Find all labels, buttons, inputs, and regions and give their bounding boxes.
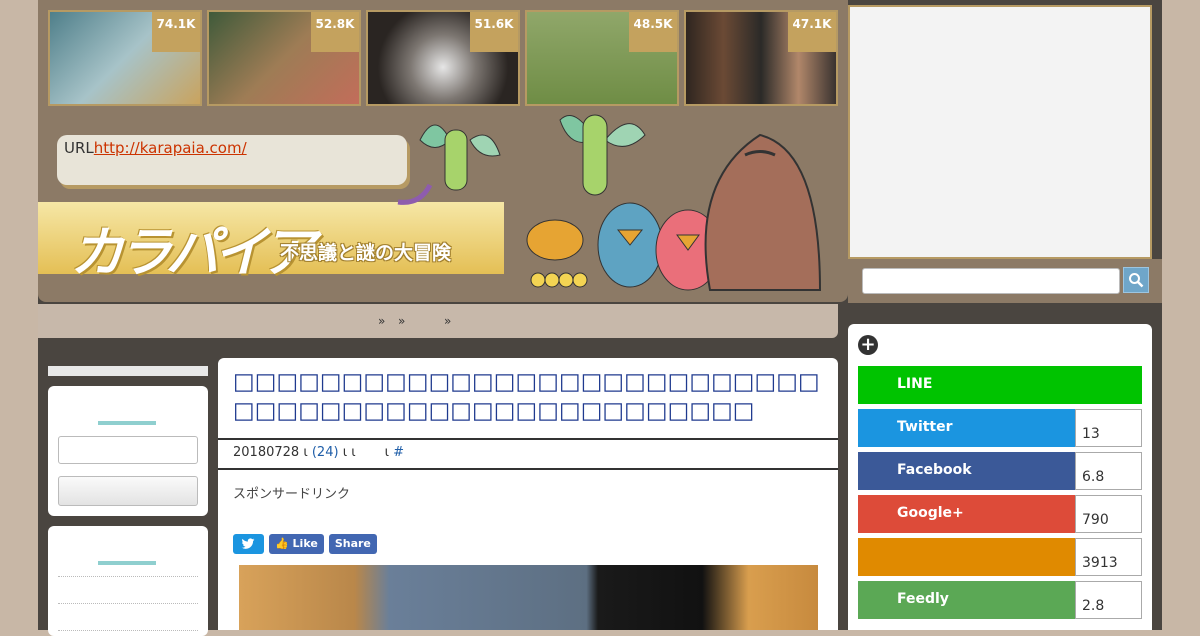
butterfly-mascot-2 xyxy=(559,114,646,196)
share-label xyxy=(858,538,1075,576)
sidebar-button[interactable] xyxy=(58,476,198,506)
search-button[interactable] xyxy=(1123,267,1149,293)
breadcrumb-separator: » xyxy=(378,314,386,328)
thumbnail-count: 51.6K xyxy=(470,12,518,52)
meta-separator: ι ι xyxy=(342,445,356,460)
meta-separator: ι xyxy=(303,445,308,460)
thumbnail-count: 48.5K xyxy=(629,12,677,52)
tweet-button[interactable] xyxy=(233,534,264,554)
share-count: 2.8 xyxy=(1075,581,1142,619)
list-divider xyxy=(58,603,198,604)
thumbnail-2[interactable]: 52.8K xyxy=(207,10,361,106)
share-label: Twitter xyxy=(858,409,1075,447)
thumbnail-1[interactable]: 74.1K xyxy=(48,10,202,106)
share-label: Facebook xyxy=(858,452,1075,490)
share-feedly[interactable]: Feedly 2.8 xyxy=(858,581,1142,619)
search-input[interactable] xyxy=(862,268,1120,294)
thumbs-up-icon: 👍 xyxy=(275,537,289,550)
share-count: 3913 xyxy=(1075,538,1142,576)
share-line[interactable]: LINE xyxy=(858,366,1142,404)
comments-link[interactable]: (24) xyxy=(312,445,339,460)
plus-icon[interactable]: + xyxy=(858,335,878,355)
butterfly-mascot-1 xyxy=(397,124,501,205)
facebook-share-button[interactable]: Share xyxy=(328,534,377,554)
share-label: LINE xyxy=(858,366,1142,404)
site-url-link[interactable]: http://karapaia.com/ xyxy=(94,139,247,157)
sidebar-strip xyxy=(48,366,208,376)
share-label: Feedly xyxy=(858,581,1075,619)
sidebar-list-widget xyxy=(48,526,208,636)
title-divider xyxy=(218,438,838,440)
social-share-panel: + LINE Twitter 13 Facebook 6.8 Google+ 7… xyxy=(848,324,1152,630)
widget-title-underline xyxy=(98,561,156,565)
thumbnail-count: 74.1K xyxy=(152,12,200,52)
url-box: URLhttp://karapaia.com/ xyxy=(57,135,407,185)
article-photo xyxy=(239,565,818,630)
meta-divider xyxy=(218,468,838,470)
share-count: 13 xyxy=(1075,409,1142,447)
share-buttons: 👍 Like Share xyxy=(233,534,377,554)
share-count: 6.8 xyxy=(1075,452,1142,490)
like-label: Like xyxy=(292,537,318,550)
thumbnail-count: 47.1K xyxy=(788,12,836,52)
site-logo: カラパイア xyxy=(70,221,315,284)
sidebar-input[interactable] xyxy=(58,436,198,464)
sidebar-search-widget xyxy=(48,386,208,516)
breadcrumb: » » » xyxy=(38,304,838,338)
thumbnail-4[interactable]: 48.5K xyxy=(525,10,679,106)
search-icon xyxy=(1129,273,1144,288)
share-facebook[interactable]: Facebook 6.8 xyxy=(858,452,1142,490)
blue-bird-mascot xyxy=(597,202,663,288)
share-count: 790 xyxy=(1075,495,1142,533)
sponsored-link-label: スポンサードリンク xyxy=(233,487,351,502)
small-bird-mascots xyxy=(526,219,588,288)
advertisement-box[interactable] xyxy=(848,5,1152,259)
search-bar xyxy=(848,259,1162,303)
twitter-icon xyxy=(241,538,255,549)
thumbnail-3[interactable]: 51.6K xyxy=(366,10,520,106)
breadcrumb-separator: » xyxy=(398,314,406,328)
article-title[interactable]: □□□□□□□□□□□□□□□□□□□□□□□□□□□□□□□□□□□□□□□□… xyxy=(233,368,823,426)
meta-separator: ι xyxy=(384,445,389,460)
tag-link[interactable]: # xyxy=(393,445,404,460)
article-date: 20180728 xyxy=(233,445,300,460)
thumbnail-5[interactable]: 47.1K xyxy=(684,10,838,106)
list-divider xyxy=(58,630,198,631)
url-label: URL xyxy=(64,139,94,157)
breadcrumb-separator: » xyxy=(444,314,452,328)
share-twitter[interactable]: Twitter 13 xyxy=(858,409,1142,447)
thumbnail-count: 52.8K xyxy=(311,12,359,52)
mascot-characters xyxy=(397,114,822,291)
facebook-like-button[interactable]: 👍 Like xyxy=(269,534,324,554)
brown-blob-mascot xyxy=(704,133,822,291)
share-label: Google+ xyxy=(858,495,1075,533)
share-hatena[interactable]: 3913 xyxy=(858,538,1142,576)
share-googleplus[interactable]: Google+ 790 xyxy=(858,495,1142,533)
list-divider xyxy=(58,576,198,577)
article-meta: 20180728 ι (24) ι ι ι # xyxy=(233,445,404,460)
popular-thumbnails: 74.1K 52.8K 51.6K 48.5K 47.1K xyxy=(48,10,838,106)
article: □□□□□□□□□□□□□□□□□□□□□□□□□□□□□□□□□□□□□□□□… xyxy=(218,358,838,630)
widget-title-underline xyxy=(98,421,156,425)
